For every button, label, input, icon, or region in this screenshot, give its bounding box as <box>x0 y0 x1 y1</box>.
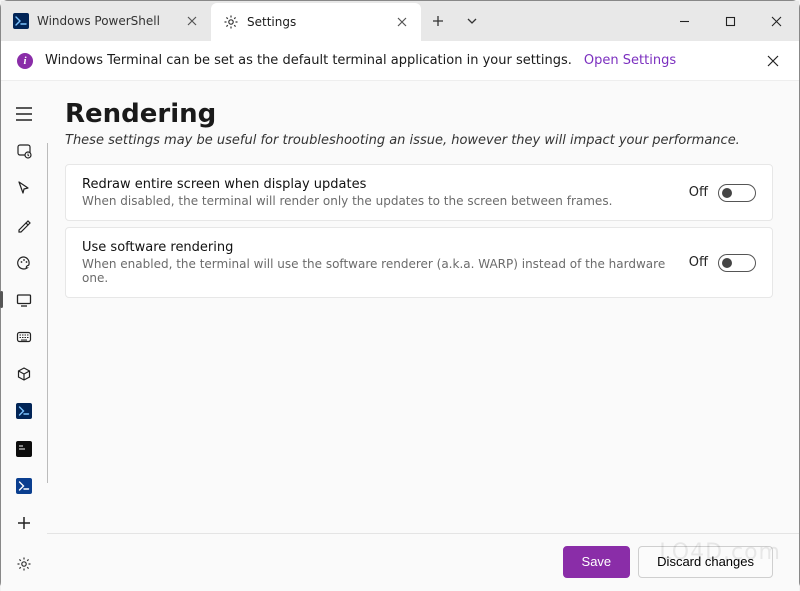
powershell-icon <box>13 13 29 29</box>
setting-software-rendering-card: Use software rendering When enabled, the… <box>65 227 773 298</box>
nav-interaction[interactable] <box>4 171 44 204</box>
nav-hamburger-button[interactable] <box>4 97 44 130</box>
window-close-button[interactable] <box>753 1 799 41</box>
content-area: Rendering These settings may be useful f… <box>47 81 799 591</box>
info-text: Windows Terminal can be set as the defau… <box>45 53 572 68</box>
redraw-toggle[interactable] <box>718 184 756 202</box>
info-close-button[interactable] <box>763 51 783 71</box>
window-maximize-button[interactable] <box>707 1 753 41</box>
page-title: Rendering <box>65 99 773 129</box>
save-button[interactable]: Save <box>563 546 631 578</box>
setting-title: Use software rendering <box>82 240 671 255</box>
nav-defaults-profile[interactable] <box>4 358 44 391</box>
toggle-state-label: Off <box>689 185 708 200</box>
nav-cmd-profile[interactable] <box>4 432 44 465</box>
tab-title: Windows PowerShell <box>37 14 175 28</box>
tab-dropdown-button[interactable] <box>455 1 489 41</box>
window-minimize-button[interactable] <box>661 1 707 41</box>
tab-powershell[interactable]: Windows PowerShell <box>1 1 211 41</box>
page-subtitle: These settings may be useful for trouble… <box>65 133 773 148</box>
nav-rail <box>1 81 47 591</box>
setting-description: When enabled, the terminal will use the … <box>82 257 671 285</box>
nav-color-schemes[interactable] <box>4 246 44 279</box>
titlebar: Windows PowerShell Settings <box>1 1 799 41</box>
nav-azure-profile[interactable] <box>4 469 44 502</box>
gear-icon <box>223 14 239 30</box>
nav-add-profile[interactable] <box>4 507 44 540</box>
setting-title: Redraw entire screen when display update… <box>82 177 671 192</box>
setting-redraw-card: Redraw entire screen when display update… <box>65 164 773 221</box>
titlebar-drag-area[interactable] <box>489 1 661 41</box>
software-rendering-toggle[interactable] <box>718 254 756 272</box>
tab-settings[interactable]: Settings <box>211 3 421 41</box>
open-settings-link[interactable]: Open Settings <box>584 53 676 68</box>
tab-title: Settings <box>247 15 385 29</box>
discard-button[interactable]: Discard changes <box>638 546 773 578</box>
tab-close-button[interactable] <box>393 13 411 31</box>
nav-startup[interactable] <box>4 134 44 167</box>
toggle-state-label: Off <box>689 255 708 270</box>
tab-close-button[interactable] <box>183 12 201 30</box>
nav-actions[interactable] <box>4 320 44 353</box>
setting-description: When disabled, the terminal will render … <box>82 194 671 208</box>
info-bar: i Windows Terminal can be set as the def… <box>1 41 799 81</box>
nav-powershell-profile[interactable] <box>4 395 44 428</box>
nav-settings-gear[interactable] <box>4 548 44 581</box>
footer: Save Discard changes <box>47 533 799 589</box>
info-icon: i <box>17 53 33 69</box>
nav-appearance[interactable] <box>4 209 44 242</box>
new-tab-button[interactable] <box>421 1 455 41</box>
nav-rendering[interactable] <box>4 283 44 316</box>
